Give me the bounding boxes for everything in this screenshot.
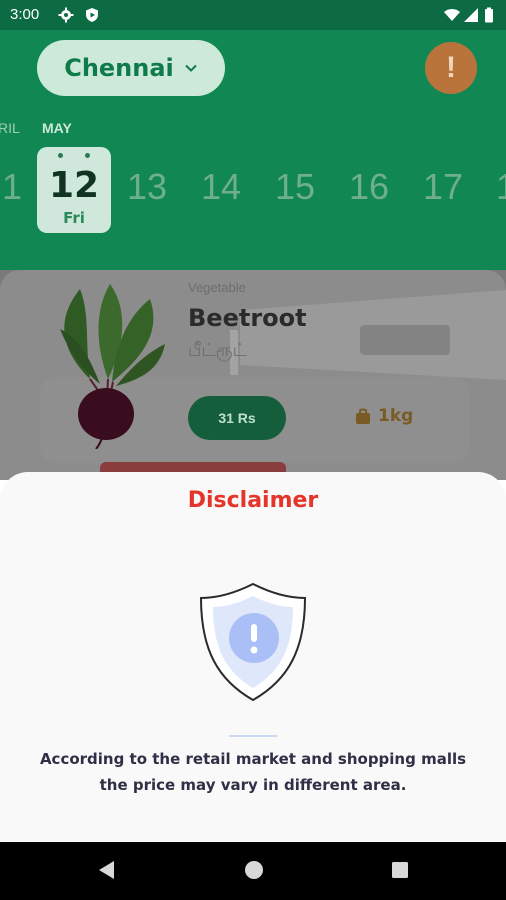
gear-icon [58, 7, 74, 23]
wifi-icon [444, 9, 460, 21]
disclaimer-title: Disclaimer [187, 488, 319, 513]
disclaimer-sheet: Disclaimer According to the retail marke… [0, 472, 506, 842]
date-item[interactable]: 13 [127, 166, 167, 208]
month-label-previous: RIL [0, 120, 20, 136]
signal-icon [464, 8, 478, 22]
divider [229, 735, 277, 737]
shield-alert-icon [199, 582, 307, 702]
battery-icon [485, 7, 493, 23]
price-value: 31 Rs [218, 410, 256, 426]
city-label: Chennai [64, 54, 174, 82]
beetroot-image [60, 284, 165, 449]
date-item[interactable]: 17 [423, 166, 463, 208]
calendar-dot-icon [85, 153, 90, 158]
alert-icon: ! [446, 51, 456, 84]
date-item[interactable]: 16 [349, 166, 389, 208]
price-badge: 31 Rs [188, 396, 286, 440]
product-card[interactable]: Vegetable Beetroot பீட்ரூட் 31 Rs 1kg [0, 270, 506, 480]
month-label-current: MAY [42, 120, 72, 136]
selected-date-card[interactable]: 12 Fri [37, 147, 111, 233]
chevron-down-icon [185, 64, 197, 72]
date-item[interactable]: 1 [2, 166, 22, 208]
product-local-name: பீட்ரூட் [188, 340, 247, 361]
home-icon[interactable] [243, 859, 265, 881]
weight-value: 1kg [378, 406, 414, 426]
alert-button[interactable]: ! [425, 42, 477, 94]
date-item[interactable]: 15 [275, 166, 315, 208]
product-name: Beetroot [188, 304, 307, 332]
status-time: 3:00 [10, 6, 40, 23]
play-protect-icon [86, 8, 98, 22]
weight-info: 1kg [354, 406, 413, 426]
status-bar: 3:00 [0, 0, 506, 30]
date-item[interactable]: 1 [496, 166, 506, 208]
selected-date-weekday: Fri [63, 209, 85, 227]
city-selector[interactable]: Chennai [37, 40, 225, 96]
calendar-dot-icon [58, 153, 63, 158]
back-icon[interactable] [96, 859, 116, 881]
product-category: Vegetable [188, 280, 246, 295]
content-area: Vegetable Beetroot பீட்ரூட் 31 Rs 1kg [0, 270, 506, 480]
app-header: Chennai ! RIL MAY 1 12 Fri 13 14 15 16 1… [0, 30, 506, 270]
bag-icon [356, 408, 370, 424]
date-item[interactable]: 14 [201, 166, 241, 208]
recents-icon[interactable] [390, 859, 410, 881]
disclaimer-message: According to the retail market and shopp… [39, 750, 467, 794]
navigation-bar [0, 842, 506, 900]
selected-date-number: 12 [48, 165, 100, 206]
